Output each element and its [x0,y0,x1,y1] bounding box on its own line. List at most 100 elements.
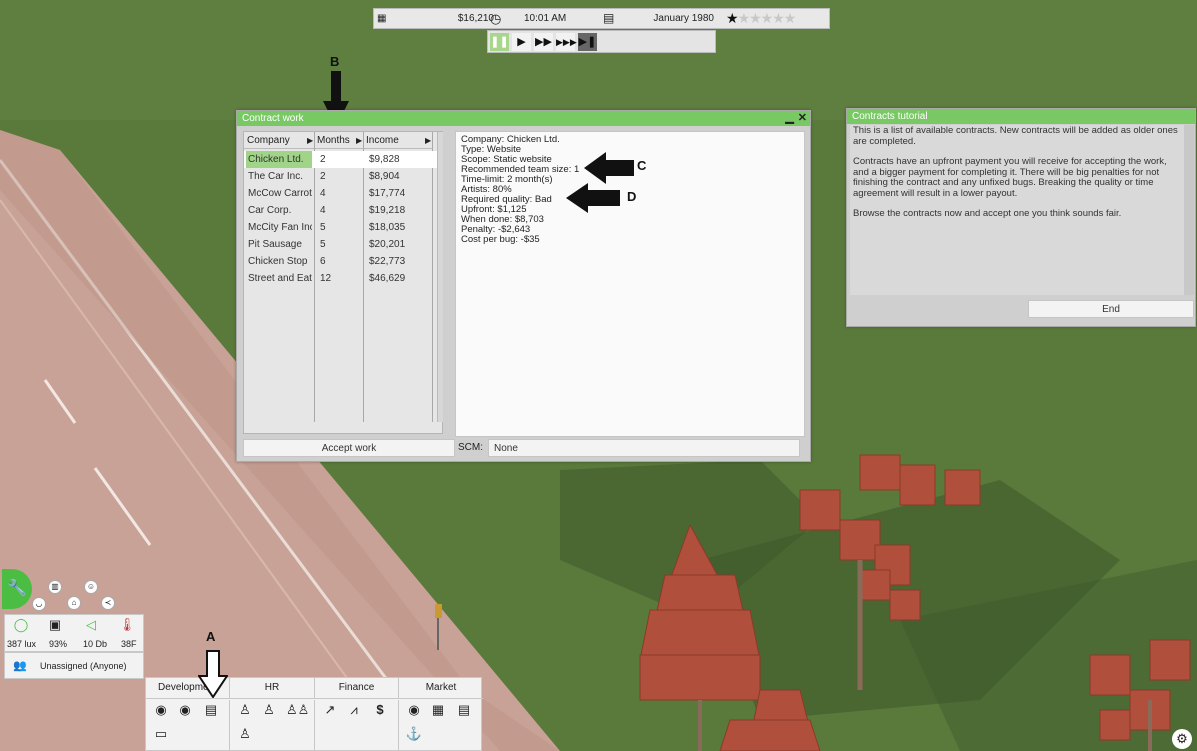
minimize-icon[interactable]: ▁ [785,112,793,124]
tutorial-paragraph: Contracts have an upfront payment you wi… [853,156,1167,199]
months-cell: 5 [320,222,326,233]
tab-finance[interactable]: Finance [315,678,399,698]
anchor-icon[interactable]: ⚓ [405,726,423,742]
people-icon: ☺ [86,582,96,591]
company-cell: Street and Eat [248,273,312,284]
list-scrollbar[interactable] [437,132,443,422]
speed-controls: ❚❚ ▶ ▶▶ ▶▶▶ ▶❚ [487,30,716,53]
months-cell: 12 [320,273,332,284]
months-cell: 4 [320,205,326,216]
finance-icons: ↗ ⩘ $ [315,700,399,751]
column-header-months[interactable]: Months ▶ [314,132,363,149]
play-icon[interactable]: ▶ [512,33,531,51]
build-button[interactable]: ⌂ [67,596,81,610]
globe-network-icon[interactable]: ◉ [176,702,194,718]
accept-work-button[interactable]: Accept work [243,439,455,457]
money-icon: ▦ [377,13,387,24]
tutorial-paragraph: This is a list of available contracts. N… [853,125,1178,147]
table-row[interactable]: McCow Carrot Corp. 4 $17,774 [244,185,438,202]
company-cell: Car Corp. [248,205,292,216]
marker-b: B [330,54,340,69]
scm-select[interactable]: None [488,439,800,457]
table-row[interactable]: Chicken Stop 6 $22,773 [244,253,438,270]
team-panel[interactable]: 👥 Unassigned (Anyone) [4,652,144,679]
dollar-icon[interactable]: $ [371,702,389,718]
light-value: 387 lux [7,639,37,649]
months-cell: 2 [320,171,326,182]
share-icon: ≺ [104,598,112,607]
tutorial-text: This is a list of available contracts. N… [853,125,1178,230]
time-value: 10:01 AM [524,13,567,24]
company-cell: Pit Sausage [248,239,302,250]
stats-button[interactable]: ▥ [48,580,62,594]
table-row[interactable]: Chicken Ltd. 2 $9,828 [244,151,438,168]
monitor-icon[interactable]: ▭ [152,726,170,742]
group-icon[interactable]: ♙♙ [286,702,309,718]
marker-a: A [206,629,216,644]
arrow-left-icon [566,183,620,213]
tutorial-scrollbar[interactable] [1184,125,1194,295]
star-empty-icon: ★★★★★ [737,10,797,26]
staff-button[interactable]: ☺ [84,580,98,594]
arrow-left-icon [584,152,634,184]
table-row[interactable]: McCity Fan Inc. 5 $18,035 [244,219,438,236]
tab-market[interactable]: Market [399,678,483,698]
end-button[interactable]: End [1028,300,1194,318]
pause-icon[interactable]: ❚❚ [490,33,509,51]
window-controls: ▁ ✕ [781,111,807,126]
detail-line: Cost per bug: -$35 [461,234,540,245]
table-row[interactable]: Car Corp. 4 $19,218 [244,202,438,219]
team-icon: 👥 [13,660,27,672]
months-cell: 2 [320,154,326,165]
grid-icon[interactable]: ▦ [429,702,447,718]
settings-gear-icon[interactable]: ⚙ [1172,729,1192,749]
temperature-value: 38F [121,639,137,649]
table-row[interactable]: Street and Eat 12 $46,629 [244,270,438,287]
calendar-icon: ▤ [603,11,615,25]
development-icons: ◉ ◉ ▤ ▭ [146,700,230,751]
building-icon: ⌂ [71,598,77,607]
lightbulb-icon: ◯ [13,617,29,632]
line-chart-icon[interactable]: ⩘ [345,702,363,718]
person-edit-icon[interactable]: ♙ [236,726,254,742]
income-cell: $18,035 [369,222,406,233]
column-header-company[interactable]: Company ▶ [244,132,314,149]
newspaper-icon[interactable]: ▤ [455,702,473,718]
divider [146,698,483,699]
fast-forward-icon[interactable]: ▶▶ [534,33,553,51]
tab-hr[interactable]: HR [230,678,315,698]
contract-window: Contract work ▁ ✕ Company ▶ Months ▶ Inco… [236,110,811,462]
table-row[interactable]: Pit Sausage 5 $20,201 [244,236,438,253]
status-bar: ▦ $16,210 ◷ 10:01 AM ▤ January 1980 ★★★★… [373,8,830,29]
fastest-forward-icon[interactable]: ▶▶▶ [556,33,577,51]
world-icon[interactable]: ◉ [405,702,423,718]
hr-icons: ♙ ♙ ♙♙ ♙ [230,700,315,751]
income-cell: $22,773 [369,256,406,267]
table-row[interactable]: The Car Inc. 2 $8,904 [244,168,438,185]
scm-label: SCM: [458,442,483,453]
income-cell: $8,904 [369,171,400,182]
column-header-income[interactable]: Income ▶ [363,132,432,149]
income-cell: $20,201 [369,239,406,250]
eye-icon: ◡ [35,599,43,608]
close-icon[interactable]: ✕ [798,112,807,124]
trend-up-icon[interactable]: ↗ [321,702,339,718]
view-button[interactable]: ◡ [32,597,46,611]
marker-d: D [627,189,637,204]
globe-icon[interactable]: ◉ [152,702,170,718]
noise-value: 10 Db [83,639,108,649]
company-cell: Chicken Ltd. [246,151,312,168]
share-button[interactable]: ≺ [101,596,115,610]
person-icon[interactable]: ♙ [236,702,254,718]
contract-list: Company ▶ Months ▶ Income ▶ Chicken Ltd.… [243,131,443,434]
income-cell: $17,774 [369,188,406,199]
skip-icon[interactable]: ▶❚ [578,33,597,51]
thermometer-icon: 🌡 [118,617,136,632]
category-toolbar: Development HR Finance Market ◉ ◉ ▤ ▭ ♙ … [145,677,483,751]
sort-arrow-icon: ▶ [307,136,314,145]
document-icon[interactable]: ▤ [202,702,220,718]
company-cell: Chicken Stop [248,256,308,267]
person-plus-icon[interactable]: ♙ [260,702,278,718]
marker-c: C [637,158,647,173]
market-icons: ◉ ▦ ▤ ⚓ [399,700,483,751]
